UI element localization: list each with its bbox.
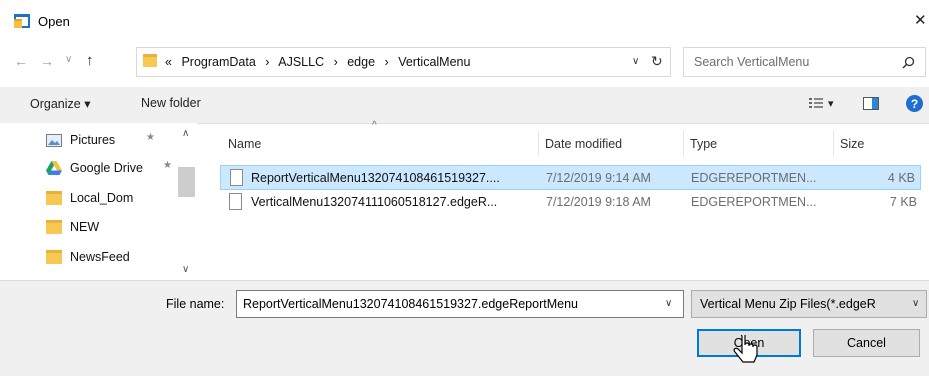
breadcrumb: « ProgramData › AJSLLC › edge › Vertical…: [165, 55, 470, 69]
column-header-date-modified[interactable]: Date modified: [545, 137, 622, 151]
file-name: ReportVerticalMenu132074108461519327....: [251, 171, 500, 185]
column-header-size[interactable]: Size: [840, 137, 864, 151]
file-type-filter-select[interactable]: Vertical Menu Zip Files(*.edgeR ∨: [691, 290, 927, 318]
breadcrumb-item-ajsllc[interactable]: AJSLLC: [278, 55, 324, 69]
new-folder-button[interactable]: New folder: [141, 96, 201, 110]
file-row[interactable]: VerticalMenu132074111060518127.edgeR... …: [220, 190, 921, 215]
nav-item-pictures[interactable]: Pictures: [46, 129, 115, 151]
file-name-input[interactable]: ReportVerticalMenu132074108461519327.edg…: [243, 297, 578, 311]
filter-dropdown-chevron-icon[interactable]: ∨: [912, 298, 919, 309]
search-icon[interactable]: [902, 56, 915, 69]
file-name-dropdown-chevron-icon[interactable]: ∨: [665, 298, 672, 309]
pictures-icon: [46, 133, 62, 147]
app-window-icon: [14, 14, 30, 28]
scroll-down-chevron-icon[interactable]: ∨: [182, 264, 189, 275]
nav-item-newsfeed[interactable]: NewsFeed: [46, 246, 130, 268]
file-date: 7/12/2019 9:14 AM: [546, 171, 651, 185]
google-drive-icon: [46, 161, 62, 175]
breadcrumb-separator[interactable]: ›: [265, 55, 269, 69]
recent-locations-chevron-icon[interactable]: ∨: [65, 54, 72, 65]
help-icon[interactable]: ?: [906, 95, 923, 112]
file-icon: [229, 193, 242, 210]
folder-icon: [46, 250, 62, 264]
file-icon: [230, 169, 243, 186]
forward-arrow-icon[interactable]: →: [40, 53, 54, 69]
search-box[interactable]: Search VerticalMenu: [683, 47, 926, 77]
search-input[interactable]: Search VerticalMenu: [694, 55, 809, 69]
refresh-icon[interactable]: ↻: [651, 53, 663, 70]
breadcrumb-item-edge[interactable]: edge: [347, 55, 375, 69]
nav-item-google-drive[interactable]: Google Drive: [46, 157, 143, 179]
column-header-name[interactable]: Name: [228, 137, 261, 151]
address-dropdown-chevron-icon[interactable]: ∨: [632, 56, 639, 67]
nav-scrollbar-thumb[interactable]: [178, 167, 195, 197]
folder-icon: [46, 191, 62, 205]
file-row-selected[interactable]: ReportVerticalMenu132074108461519327....…: [220, 165, 921, 190]
nav-item-label: Local_Dom: [70, 191, 134, 205]
pin-icon[interactable]: ★: [163, 160, 172, 171]
column-divider[interactable]: [538, 131, 539, 156]
sort-ascending-icon: ^: [372, 120, 377, 131]
svg-text:?: ?: [911, 97, 918, 111]
column-divider[interactable]: [683, 131, 684, 156]
nav-item-label: NewsFeed: [70, 250, 130, 264]
file-size: 7 KB: [889, 195, 917, 209]
file-date: 7/12/2019 9:18 AM: [546, 195, 651, 209]
file-name-combobox[interactable]: ReportVerticalMenu132074108461519327.edg…: [236, 290, 684, 318]
view-dropdown-chevron-icon[interactable]: ▾: [828, 97, 834, 110]
breadcrumb-separator[interactable]: ›: [385, 55, 389, 69]
file-size: 4 KB: [887, 171, 915, 185]
breadcrumb-item-verticalmenu[interactable]: VerticalMenu: [398, 55, 470, 69]
preview-pane-icon[interactable]: [863, 97, 879, 110]
nav-item-local-dom[interactable]: Local_Dom: [46, 187, 133, 209]
command-bar: [0, 87, 929, 124]
file-name: VerticalMenu132074111060518127.edgeR...: [251, 195, 498, 209]
column-divider[interactable]: [833, 131, 834, 156]
title-bar: [0, 0, 929, 44]
mouse-cursor-icon: [733, 335, 758, 363]
breadcrumb-overflow[interactable]: «: [165, 55, 172, 69]
nav-item-label: NEW: [70, 220, 100, 234]
file-name-label: File name:: [166, 297, 225, 311]
folder-icon: [143, 54, 157, 67]
back-arrow-icon[interactable]: ←: [14, 53, 28, 69]
file-type: EDGEREPORTMEN...: [691, 171, 817, 185]
address-bar[interactable]: « ProgramData › AJSLLC › edge › Vertical…: [136, 47, 671, 77]
nav-item-label: Google Drive: [70, 161, 143, 175]
nav-item-label: Pictures: [70, 133, 116, 147]
close-icon[interactable]: ✕: [914, 11, 927, 29]
breadcrumb-separator[interactable]: ›: [334, 55, 338, 69]
scroll-up-chevron-icon[interactable]: ∧: [182, 128, 189, 139]
file-type-filter-value: Vertical Menu Zip Files(*.edgeR: [700, 297, 876, 311]
folder-icon: [46, 220, 62, 234]
breadcrumb-item-programdata[interactable]: ProgramData: [181, 55, 255, 69]
nav-item-new[interactable]: NEW: [46, 216, 99, 238]
cancel-button[interactable]: Cancel: [813, 329, 920, 357]
pin-icon[interactable]: ★: [146, 132, 155, 143]
organize-button[interactable]: Organize ▾: [30, 96, 90, 111]
file-type: EDGEREPORTMEN...: [691, 195, 817, 209]
up-arrow-icon[interactable]: ↑: [86, 52, 94, 69]
column-header-type[interactable]: Type: [690, 137, 717, 151]
window-title: Open: [38, 14, 70, 29]
view-options-icon[interactable]: [809, 97, 823, 110]
